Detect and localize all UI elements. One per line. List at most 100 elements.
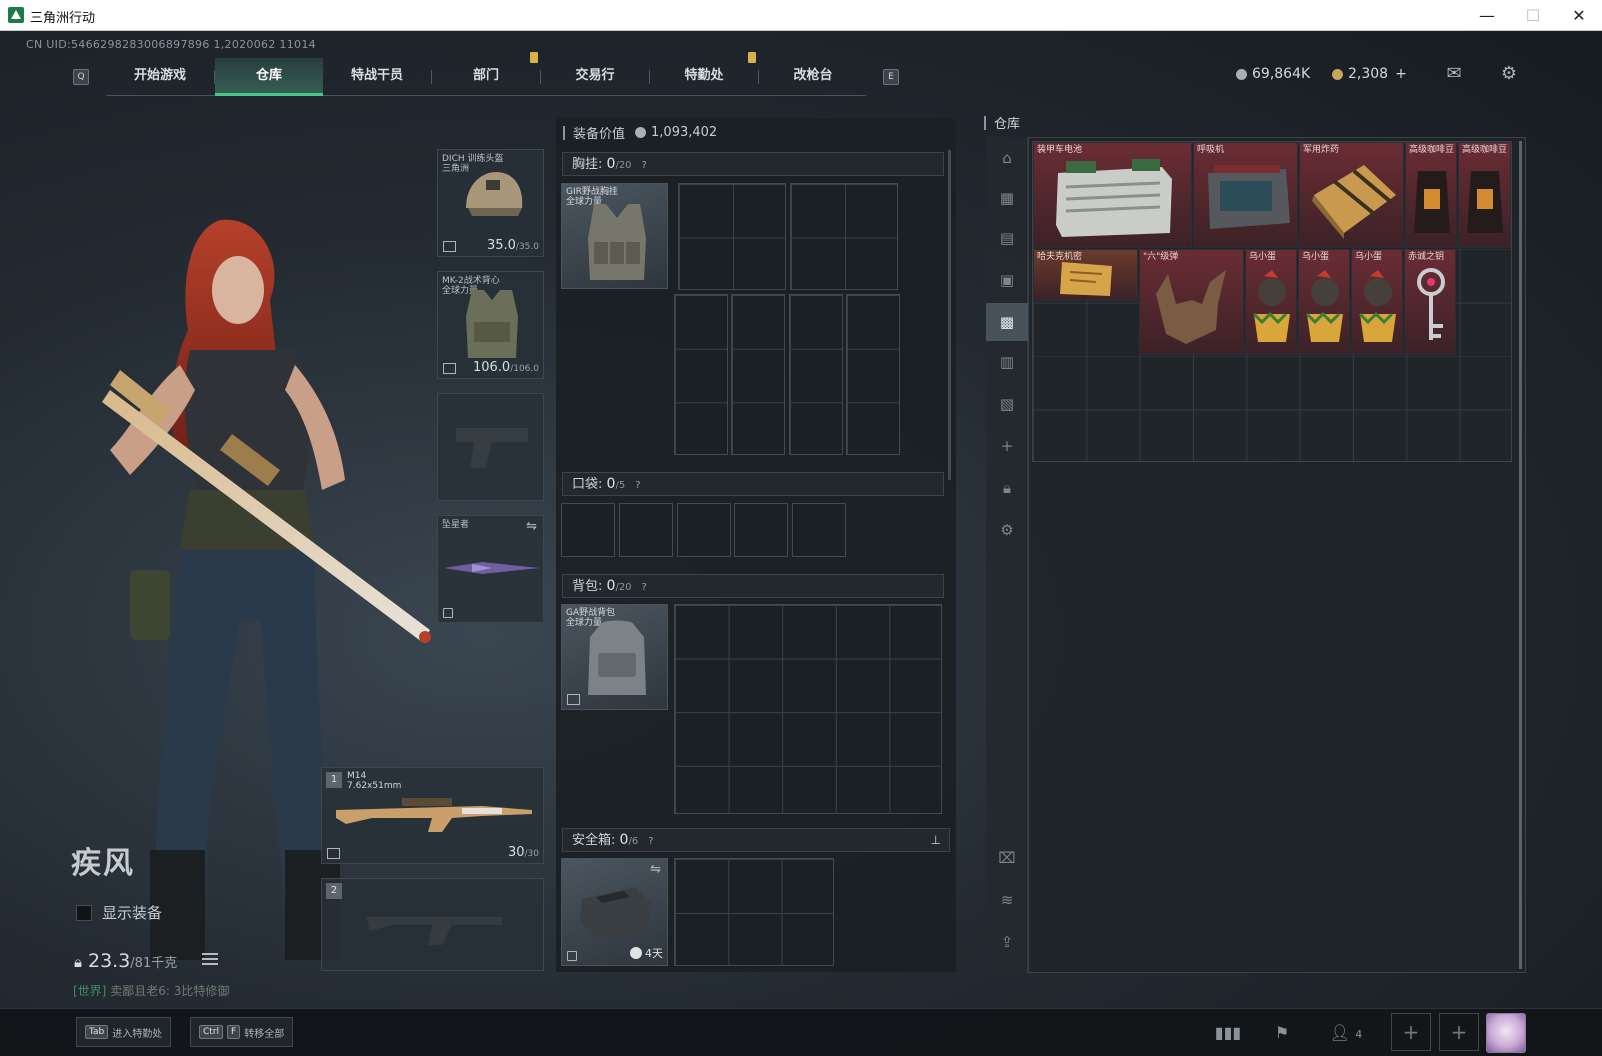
weight-lock-icon: 🔒︎ (74, 953, 82, 971)
backpack-item[interactable]: GA野战背包 全球力量 (561, 604, 668, 710)
rifle-placeholder-icon (366, 917, 502, 945)
stash-item[interactable]: 装甲车电池 (1033, 142, 1192, 248)
melee-slot[interactable]: 坠星者 ⇋ (437, 515, 544, 623)
tab-operators[interactable]: 特战干员 (323, 58, 431, 96)
repair-icon (443, 241, 456, 252)
game-window: 三角洲行动 — ☐ ✕ CN UID:5466298283006897896 1… (0, 0, 1602, 1056)
tab-start-game[interactable]: 开始游戏 (106, 58, 214, 96)
tab-category-icon[interactable]: ▤ (986, 219, 1028, 257)
loadout-scrollbar[interactable] (948, 150, 951, 480)
enter-special-ops-button[interactable]: Tab 进入特勤处 (76, 1017, 172, 1047)
chest-rig-icon (588, 204, 646, 280)
stash-item[interactable]: 赤诚之钥 (1404, 249, 1456, 355)
chat-message: 卖鄙且老6: 3比特修御 (110, 984, 230, 998)
tab-department[interactable]: 部门 (432, 58, 540, 96)
close-button[interactable]: ✕ (1556, 0, 1602, 31)
pocket-slot[interactable] (561, 503, 615, 557)
stats-chart-icon[interactable]: ▮▮▮ (1214, 1019, 1242, 1047)
transfer-icon[interactable]: ⇪ (986, 923, 1028, 961)
stash-item[interactable]: 高级咖啡豆 (1405, 142, 1457, 248)
help-icon[interactable]: ? (642, 577, 647, 599)
stash-item[interactable]: 乌小蛋 (1351, 249, 1403, 355)
helmet-slot[interactable]: DICH 训练头盔 三角洲 35.0/35.0 (437, 149, 544, 257)
chest-rig-item[interactable]: GIR野战胸挂 全球力量 (561, 183, 668, 289)
stash-item[interactable]: 哈夫克机密 (1033, 249, 1138, 301)
add-currency-button[interactable]: + (1395, 66, 1407, 82)
tab-trading[interactable]: 交易行 (541, 58, 649, 96)
stash-item[interactable]: 乌小蛋 (1245, 249, 1297, 355)
pin-icon[interactable]: ⊥ (931, 829, 941, 851)
world-chat-line[interactable]: [世界] 卖鄙且老6: 3比特修御 (73, 982, 229, 999)
chest-rig-grid-f[interactable] (846, 294, 900, 455)
settings-tab-icon[interactable]: ⚙ (986, 511, 1028, 549)
stash-item[interactable]: 乌小蛋 (1298, 249, 1350, 355)
chest-rig-grid-b[interactable] (790, 183, 898, 290)
pistol-slot-empty[interactable] (437, 393, 544, 501)
pocket-slot[interactable] (734, 503, 788, 557)
show-gear-checkbox[interactable] (76, 904, 92, 921)
backpack-grid[interactable] (674, 604, 942, 814)
maximize-button[interactable]: ☐ (1510, 0, 1556, 31)
safe-box-grid[interactable] (674, 858, 834, 966)
minimize-button[interactable]: — (1464, 0, 1510, 31)
help-icon[interactable]: ? (642, 155, 647, 177)
backpack-icon (588, 620, 646, 695)
hand-gesture-icon (1156, 270, 1226, 344)
invite-slot-button[interactable]: + (1391, 1013, 1431, 1051)
armor-vest-icon (466, 290, 518, 358)
stash-scrollbar[interactable] (1519, 141, 1522, 969)
tab-category-active-icon[interactable]: ▩ (986, 303, 1028, 341)
weight-details-list-icon[interactable] (202, 953, 218, 965)
coffee-bag-icon (1414, 171, 1450, 233)
lock-tab-icon[interactable]: 🔒︎ (986, 469, 1028, 507)
secondary-weapon-slot[interactable]: 2 (321, 878, 544, 971)
armor-slot[interactable]: MK-2战术背心 全球力量 106.0/106.0 (437, 271, 544, 379)
safe-box-item[interactable]: ⇋ 4天 (561, 858, 668, 966)
invite-slot-button[interactable]: + (1439, 1013, 1479, 1051)
pocket-slot[interactable] (619, 503, 673, 557)
chest-rig-grid-d[interactable] (731, 294, 785, 455)
chest-rig-grid-c[interactable] (674, 294, 728, 455)
player-avatar[interactable] (1486, 1013, 1526, 1053)
armor-durability: 106.0/106.0 (472, 360, 539, 375)
tab-warehouse[interactable]: 仓库 (215, 58, 323, 96)
transfer-all-button[interactable]: Ctrl F 转移全部 (190, 1017, 294, 1047)
primary-weapon-slot[interactable]: 1 M14 7.62x51mm 30/30 (321, 767, 544, 864)
help-icon[interactable]: ? (635, 475, 640, 497)
help-icon[interactable]: ? (648, 831, 653, 853)
tab-special-ops[interactable]: 特勤处 (650, 58, 758, 96)
swap-icon[interactable]: ⇋ (526, 519, 537, 534)
player-uid: CN UID:5466298283006897896 1,2020062 110… (26, 38, 316, 51)
tab-category-icon[interactable]: ▧ (986, 385, 1028, 423)
tab-all-icon[interactable]: ⌂ (986, 139, 1028, 177)
lock-icon (443, 608, 453, 618)
swap-icon[interactable]: ⇋ (650, 862, 661, 877)
nav-next-key[interactable]: E (883, 69, 899, 85)
layers-icon[interactable]: ≋ (986, 881, 1028, 919)
chest-rig-grid-a[interactable] (678, 183, 786, 290)
nav-prev-key[interactable]: Q (73, 69, 89, 85)
add-tab-icon[interactable]: + (986, 427, 1028, 465)
settings-gear-icon[interactable]: ⚙ (1497, 64, 1521, 84)
lock-icon (567, 951, 577, 961)
stash-item[interactable]: 军用炸药 (1299, 142, 1404, 248)
pocket-slot[interactable] (677, 503, 731, 557)
stash-item[interactable]: 高级咖啡豆 (1458, 142, 1511, 248)
flag-icon[interactable]: ⚑ (1268, 1019, 1296, 1047)
silver-amount: 69,864K (1252, 66, 1311, 82)
tab-gunsmith[interactable]: 改枪台 (759, 58, 867, 96)
show-gear-toggle[interactable]: 显示装备 (76, 902, 162, 923)
stash-item[interactable]: 呼吸机 (1193, 142, 1298, 248)
helmet-icon (466, 172, 523, 216)
chest-rig-grid-e[interactable] (789, 294, 843, 455)
tab-category-icon[interactable]: ▣ (986, 261, 1028, 299)
tab-category-icon[interactable]: ▥ (986, 343, 1028, 381)
mail-icon[interactable]: ✉ (1442, 64, 1466, 84)
squad-icon[interactable]: 👤︎ 4 (1326, 1019, 1366, 1047)
pocket-slot[interactable] (792, 503, 846, 557)
sort-icon[interactable]: ⌧ (986, 839, 1028, 877)
tab-category-icon[interactable]: ▦ (986, 179, 1028, 217)
clock-icon (630, 947, 642, 959)
safe-box-timer: 4天 (630, 945, 663, 961)
stash-item[interactable]: "六"级弹 (1139, 249, 1244, 355)
